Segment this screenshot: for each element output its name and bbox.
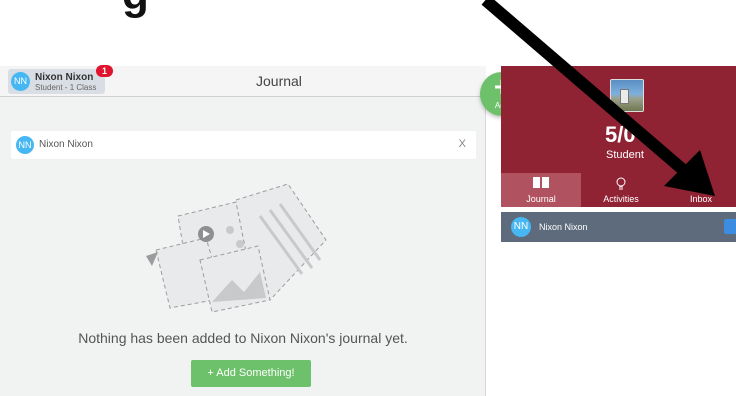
user-subtitle: Student - 1 Class bbox=[35, 83, 97, 92]
student-filter-strip: NN Nixon Nixon X bbox=[11, 131, 476, 159]
profile-score: 5/0 bbox=[605, 122, 636, 147]
profile-role: Student bbox=[606, 149, 644, 161]
empty-state-message: Nothing has been added to Nixon Nixon's … bbox=[78, 330, 408, 346]
user-name: Nixon Nixon bbox=[35, 72, 94, 83]
tab-activities[interactable]: Activities bbox=[581, 173, 661, 207]
profile-photo bbox=[610, 79, 644, 112]
student-name: Nixon Nixon bbox=[539, 222, 588, 232]
cropped-heading: g bbox=[122, 0, 149, 20]
journal-pane: NN Nixon Nixon Student - 1 Class 1 Journ… bbox=[0, 65, 486, 396]
notification-badge: 1 bbox=[96, 65, 113, 77]
screenshot-stage: g NN Nixon Nixon Student - 1 Class 1 Jou… bbox=[0, 0, 736, 396]
avatar: NN bbox=[11, 72, 30, 91]
add-something-button[interactable]: + Add Something! bbox=[191, 360, 311, 387]
selection-tab bbox=[724, 219, 736, 234]
close-icon[interactable]: X bbox=[459, 138, 466, 150]
tab-journal[interactable]: Journal bbox=[501, 173, 581, 207]
top-bar: NN Nixon Nixon Student - 1 Class 1 Journ… bbox=[0, 65, 486, 97]
tab-label: Journal bbox=[526, 194, 556, 204]
tab-bar: Journal Activities Inbox bbox=[501, 173, 736, 207]
list-item[interactable]: NN Nixon Nixon bbox=[501, 212, 736, 242]
lightbulb-icon bbox=[581, 176, 661, 193]
tab-inbox[interactable]: Inbox bbox=[661, 173, 736, 207]
tab-label: Inbox bbox=[689, 194, 713, 204]
class-sidebar: 5/0 Student Journal Activities Inbox NN … bbox=[501, 66, 736, 396]
tab-label: Activities bbox=[603, 194, 639, 204]
avatar: NN bbox=[511, 217, 531, 237]
book-icon bbox=[501, 176, 581, 192]
empty-journal-illustration bbox=[146, 183, 327, 313]
page-title: Journal bbox=[256, 73, 302, 89]
profile-header: 5/0 Student bbox=[501, 66, 736, 173]
avatar: NN bbox=[16, 136, 34, 154]
student-name: Nixon Nixon bbox=[39, 139, 93, 150]
inbox-icon bbox=[661, 176, 736, 193]
user-chip[interactable]: NN Nixon Nixon Student - 1 Class 1 bbox=[8, 65, 113, 94]
